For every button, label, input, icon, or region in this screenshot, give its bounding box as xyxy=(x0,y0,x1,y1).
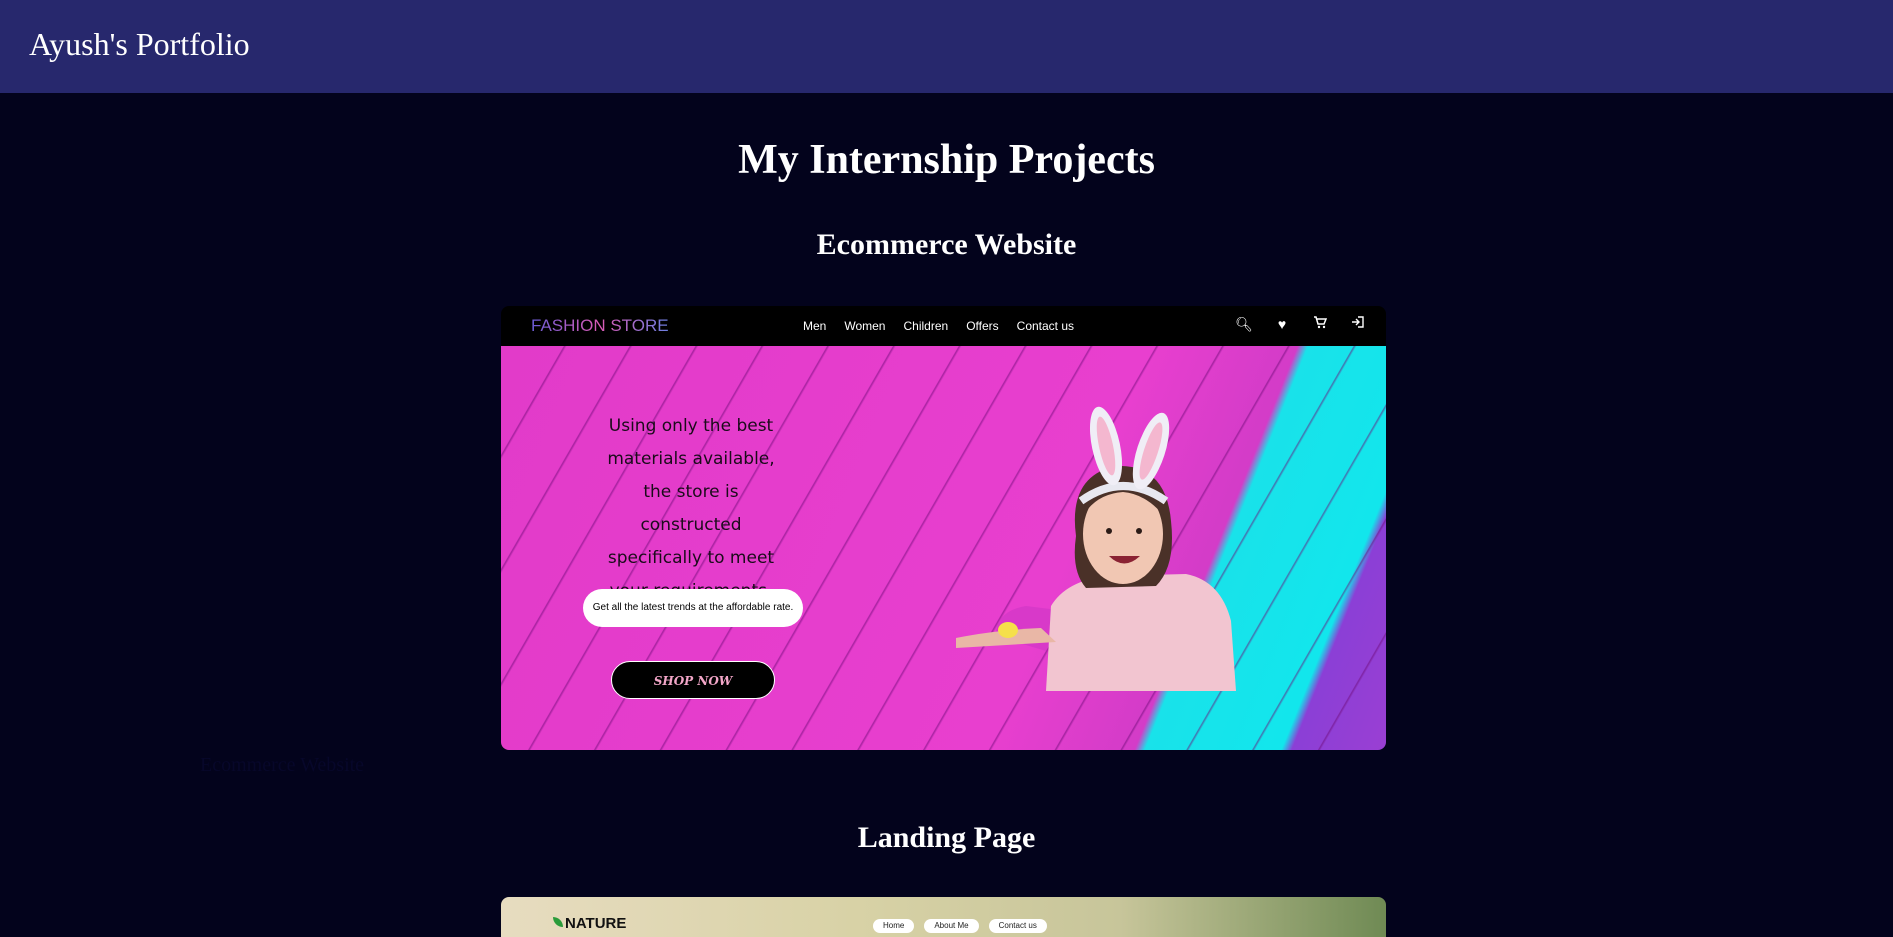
image-alt-text: Ecommerce Website xyxy=(200,754,365,776)
cart-icon xyxy=(1311,315,1329,333)
top-navbar: Ayush's Portfolio xyxy=(0,0,1893,93)
ecommerce-screenshot[interactable]: FASHION STORE Men Women Children Offers … xyxy=(501,306,1386,750)
login-icon xyxy=(1349,315,1367,333)
menu-item-children: Children xyxy=(903,319,949,333)
fashion-store-icons: 🔍︎ ♥ xyxy=(1235,315,1367,333)
nature-nav-contact: Contact us xyxy=(988,919,1047,933)
menu-item-women: Women xyxy=(844,319,886,333)
project-title-ecommerce: Ecommerce Website xyxy=(816,228,1077,261)
menu-item-offers: Offers xyxy=(966,319,999,333)
landing-page-screenshot[interactable]: NATURE Home About Me Contact us xyxy=(501,897,1386,937)
project-title-landing: Landing Page xyxy=(857,821,1036,854)
fashion-store-navbar: FASHION STORE Men Women Children Offers … xyxy=(501,306,1386,346)
nature-logo: NATURE xyxy=(565,915,627,932)
shop-now-button: SHOP NOW xyxy=(611,661,775,699)
leaf-icon xyxy=(553,917,563,927)
model-photo xyxy=(956,406,1236,691)
menu-item-men: Men xyxy=(803,319,827,333)
site-brand[interactable]: Ayush's Portfolio xyxy=(29,24,250,64)
page-title: My Internship Projects xyxy=(738,137,1155,183)
trends-pill: Get all the latest trends at the afforda… xyxy=(583,589,803,627)
fashion-store-logo: FASHION STORE xyxy=(531,316,669,335)
heart-icon: ♥ xyxy=(1277,316,1287,332)
hero-text: Using only the best materials available,… xyxy=(607,416,775,601)
menu-item-contact: Contact us xyxy=(1016,319,1075,333)
search-icon: 🔍︎ xyxy=(1235,316,1253,332)
hero-banner: Using only the best materials available,… xyxy=(501,346,1386,750)
nature-nav-about: About Me xyxy=(924,919,979,933)
nature-nav: Home About Me Contact us xyxy=(873,919,1047,933)
nature-nav-home: Home xyxy=(873,919,915,933)
fashion-store-menu: Men Women Children Offers Contact us xyxy=(803,318,1074,334)
